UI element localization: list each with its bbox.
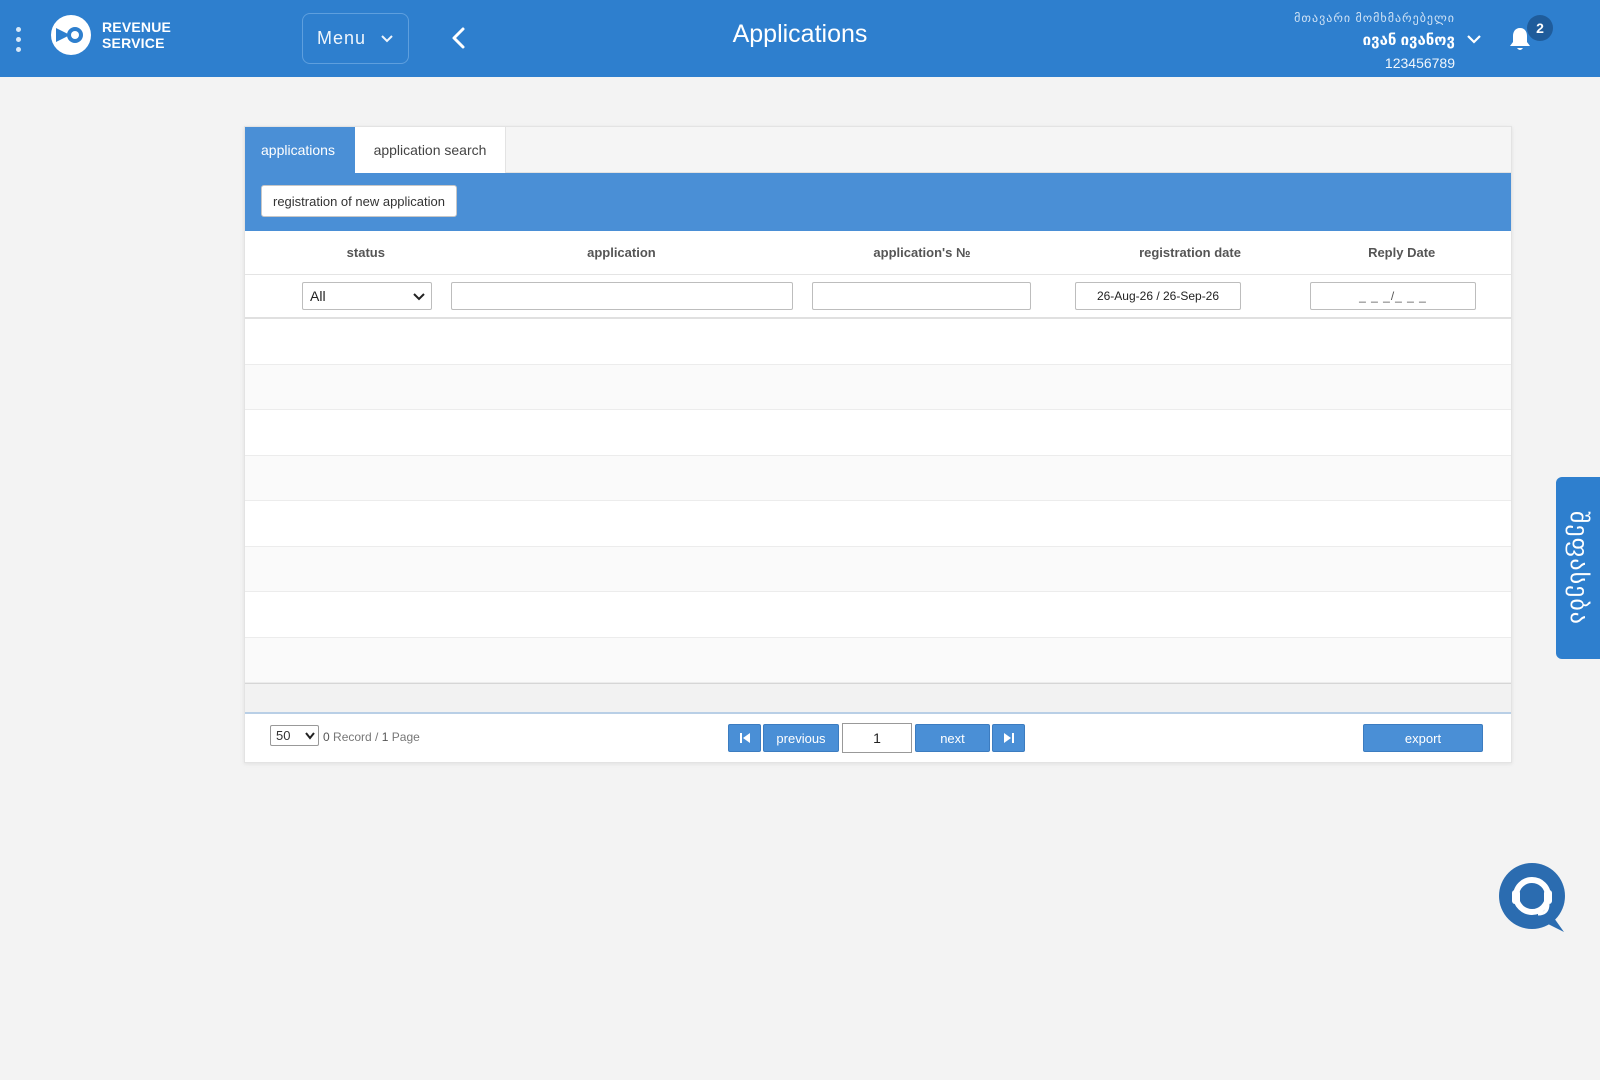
notification-badge: 2 (1527, 15, 1553, 41)
back-arrow-icon[interactable] (448, 26, 470, 50)
registration-date-filter-input[interactable]: 26-Aug-26 / 26-Sep-26 (1075, 282, 1241, 310)
user-id: 123456789 (1384, 55, 1455, 71)
tab-applications[interactable]: applications (245, 127, 355, 173)
user-info[interactable]: მთავარი მომხმარებელი ივან ივანოვ 1234567… (1294, 11, 1455, 71)
grid-footer (245, 683, 1511, 714)
current-page-input[interactable]: 1 (842, 723, 912, 753)
user-name: ივან ივანოვ (1362, 32, 1455, 49)
page-label: Page (391, 730, 420, 744)
last-page-icon (1003, 733, 1014, 743)
new-application-button[interactable]: registration of new application (261, 185, 457, 217)
top-bar: REVENUE SERVICE Menu Applications მთავარ… (0, 0, 1600, 77)
grid-header: status application application's № regis… (245, 231, 1511, 275)
tab-application-search[interactable]: application search (355, 127, 506, 173)
empty-row (245, 637, 1511, 683)
record-label: Record / (333, 730, 379, 744)
revenue-service-logo[interactable]: REVENUE SERVICE (50, 14, 171, 56)
page-size-select[interactable]: 50 (270, 725, 319, 746)
logo-icon (51, 15, 91, 55)
grid-toolbar: registration of new application (245, 173, 1511, 231)
empty-row (245, 546, 1511, 592)
filter-row: All 26-Aug-26 / 26-Sep-26 _ _ _/_ _ _ (245, 275, 1511, 319)
chat-support-icon[interactable] (1498, 862, 1568, 934)
status-filter-value: All (310, 288, 326, 304)
page-size-value: 50 (276, 728, 291, 743)
column-header-application[interactable]: application (487, 245, 757, 260)
column-header-application-number[interactable]: application's № (756, 245, 1087, 260)
pager: 50 0 Record / 1 Page previous 1 next exp… (245, 714, 1511, 760)
logo-text: REVENUE SERVICE (102, 19, 171, 51)
previous-page-button[interactable]: previous (763, 724, 839, 752)
empty-row (245, 592, 1511, 638)
record-count: 0 (323, 730, 330, 744)
column-header-registration-date[interactable]: registration date (1088, 245, 1293, 260)
user-role: მთავარი მომხმარებელი (1294, 11, 1455, 25)
record-info: 0 Record / 1 Page (323, 730, 420, 744)
status-filter-select[interactable]: All (302, 282, 432, 310)
logo-line-1: REVENUE (102, 19, 172, 35)
applications-panel: applications application search registra… (244, 126, 1512, 763)
tab-bar: applications application search (245, 127, 1511, 173)
first-page-icon (739, 733, 750, 743)
empty-row (245, 319, 1511, 365)
application-filter-input[interactable] (451, 282, 793, 310)
user-menu-chevron-icon[interactable] (1466, 32, 1482, 46)
column-header-status[interactable]: status (245, 245, 487, 260)
reply-date-filter-input[interactable]: _ _ _/_ _ _ (1310, 282, 1476, 310)
empty-row (245, 364, 1511, 410)
page-count: 1 (381, 730, 389, 744)
last-page-button[interactable] (992, 724, 1025, 752)
application-number-filter-input[interactable] (812, 282, 1031, 310)
logo-line-2: SERVICE (102, 35, 165, 51)
export-button[interactable]: export (1363, 724, 1483, 752)
chevron-down-icon (413, 293, 425, 301)
chevron-down-icon (381, 34, 393, 42)
empty-row (245, 455, 1511, 501)
more-options-icon[interactable] (15, 27, 23, 53)
empty-row (245, 410, 1511, 456)
feedback-side-tab[interactable]: შეფასება (1556, 477, 1600, 659)
column-header-reply-date[interactable]: Reply Date (1292, 245, 1511, 260)
feedback-label: შეფასება (1565, 511, 1592, 625)
next-page-button[interactable]: next (915, 724, 990, 752)
first-page-button[interactable] (728, 724, 761, 752)
empty-row (245, 501, 1511, 547)
chevron-down-icon (305, 732, 315, 740)
menu-button[interactable]: Menu (302, 13, 409, 64)
menu-label: Menu (317, 28, 367, 48)
grid-body (245, 319, 1511, 683)
